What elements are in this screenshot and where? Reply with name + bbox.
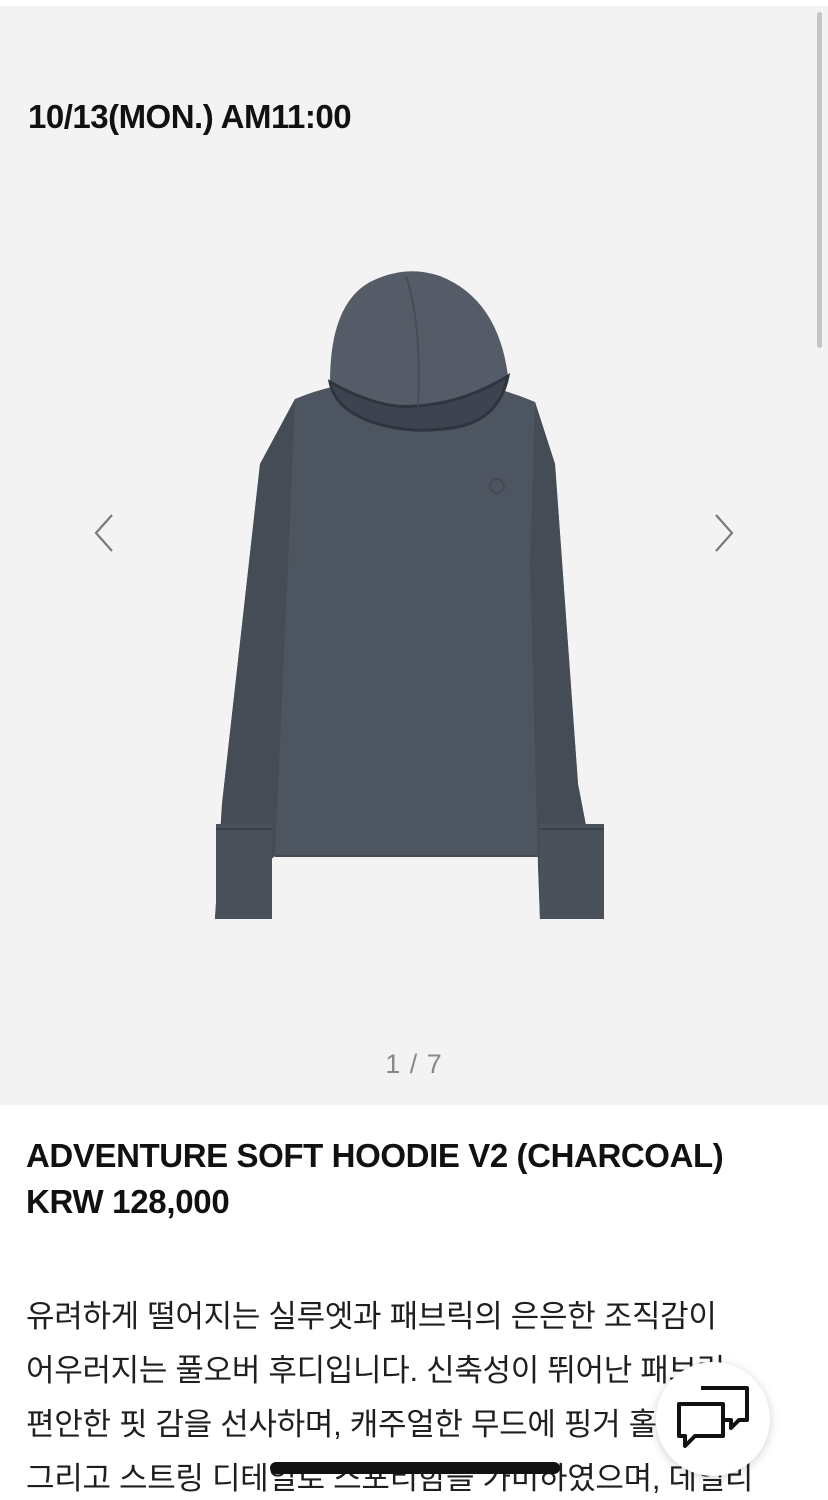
release-date: 10/13(MON.) AM11:00 — [28, 98, 352, 135]
description-line: 유려하게 떨어지는 실루엣과 패브릭의 은은한 조직감이 — [26, 1299, 717, 1334]
page-scrollbar[interactable] — [817, 12, 822, 348]
prev-image-button[interactable] — [92, 511, 116, 555]
gallery-pager: 1 / 7 — [385, 1049, 443, 1079]
next-image-button[interactable] — [712, 511, 736, 555]
product-gallery[interactable]: 10/13(MON.) AM11:00 1 / 7 — [0, 6, 828, 1105]
chevron-right-icon — [715, 514, 734, 552]
chat-button[interactable] — [656, 1362, 770, 1476]
product-image — [215, 271, 604, 919]
product-price: KRW 128,000 — [26, 1183, 230, 1220]
chat-bubbles-icon — [677, 1386, 749, 1448]
home-indicator — [270, 1462, 560, 1474]
chevron-left-icon — [94, 514, 113, 552]
product-title: ADVENTURE SOFT HOODIE V2 (CHARCOAL) — [26, 1137, 724, 1174]
